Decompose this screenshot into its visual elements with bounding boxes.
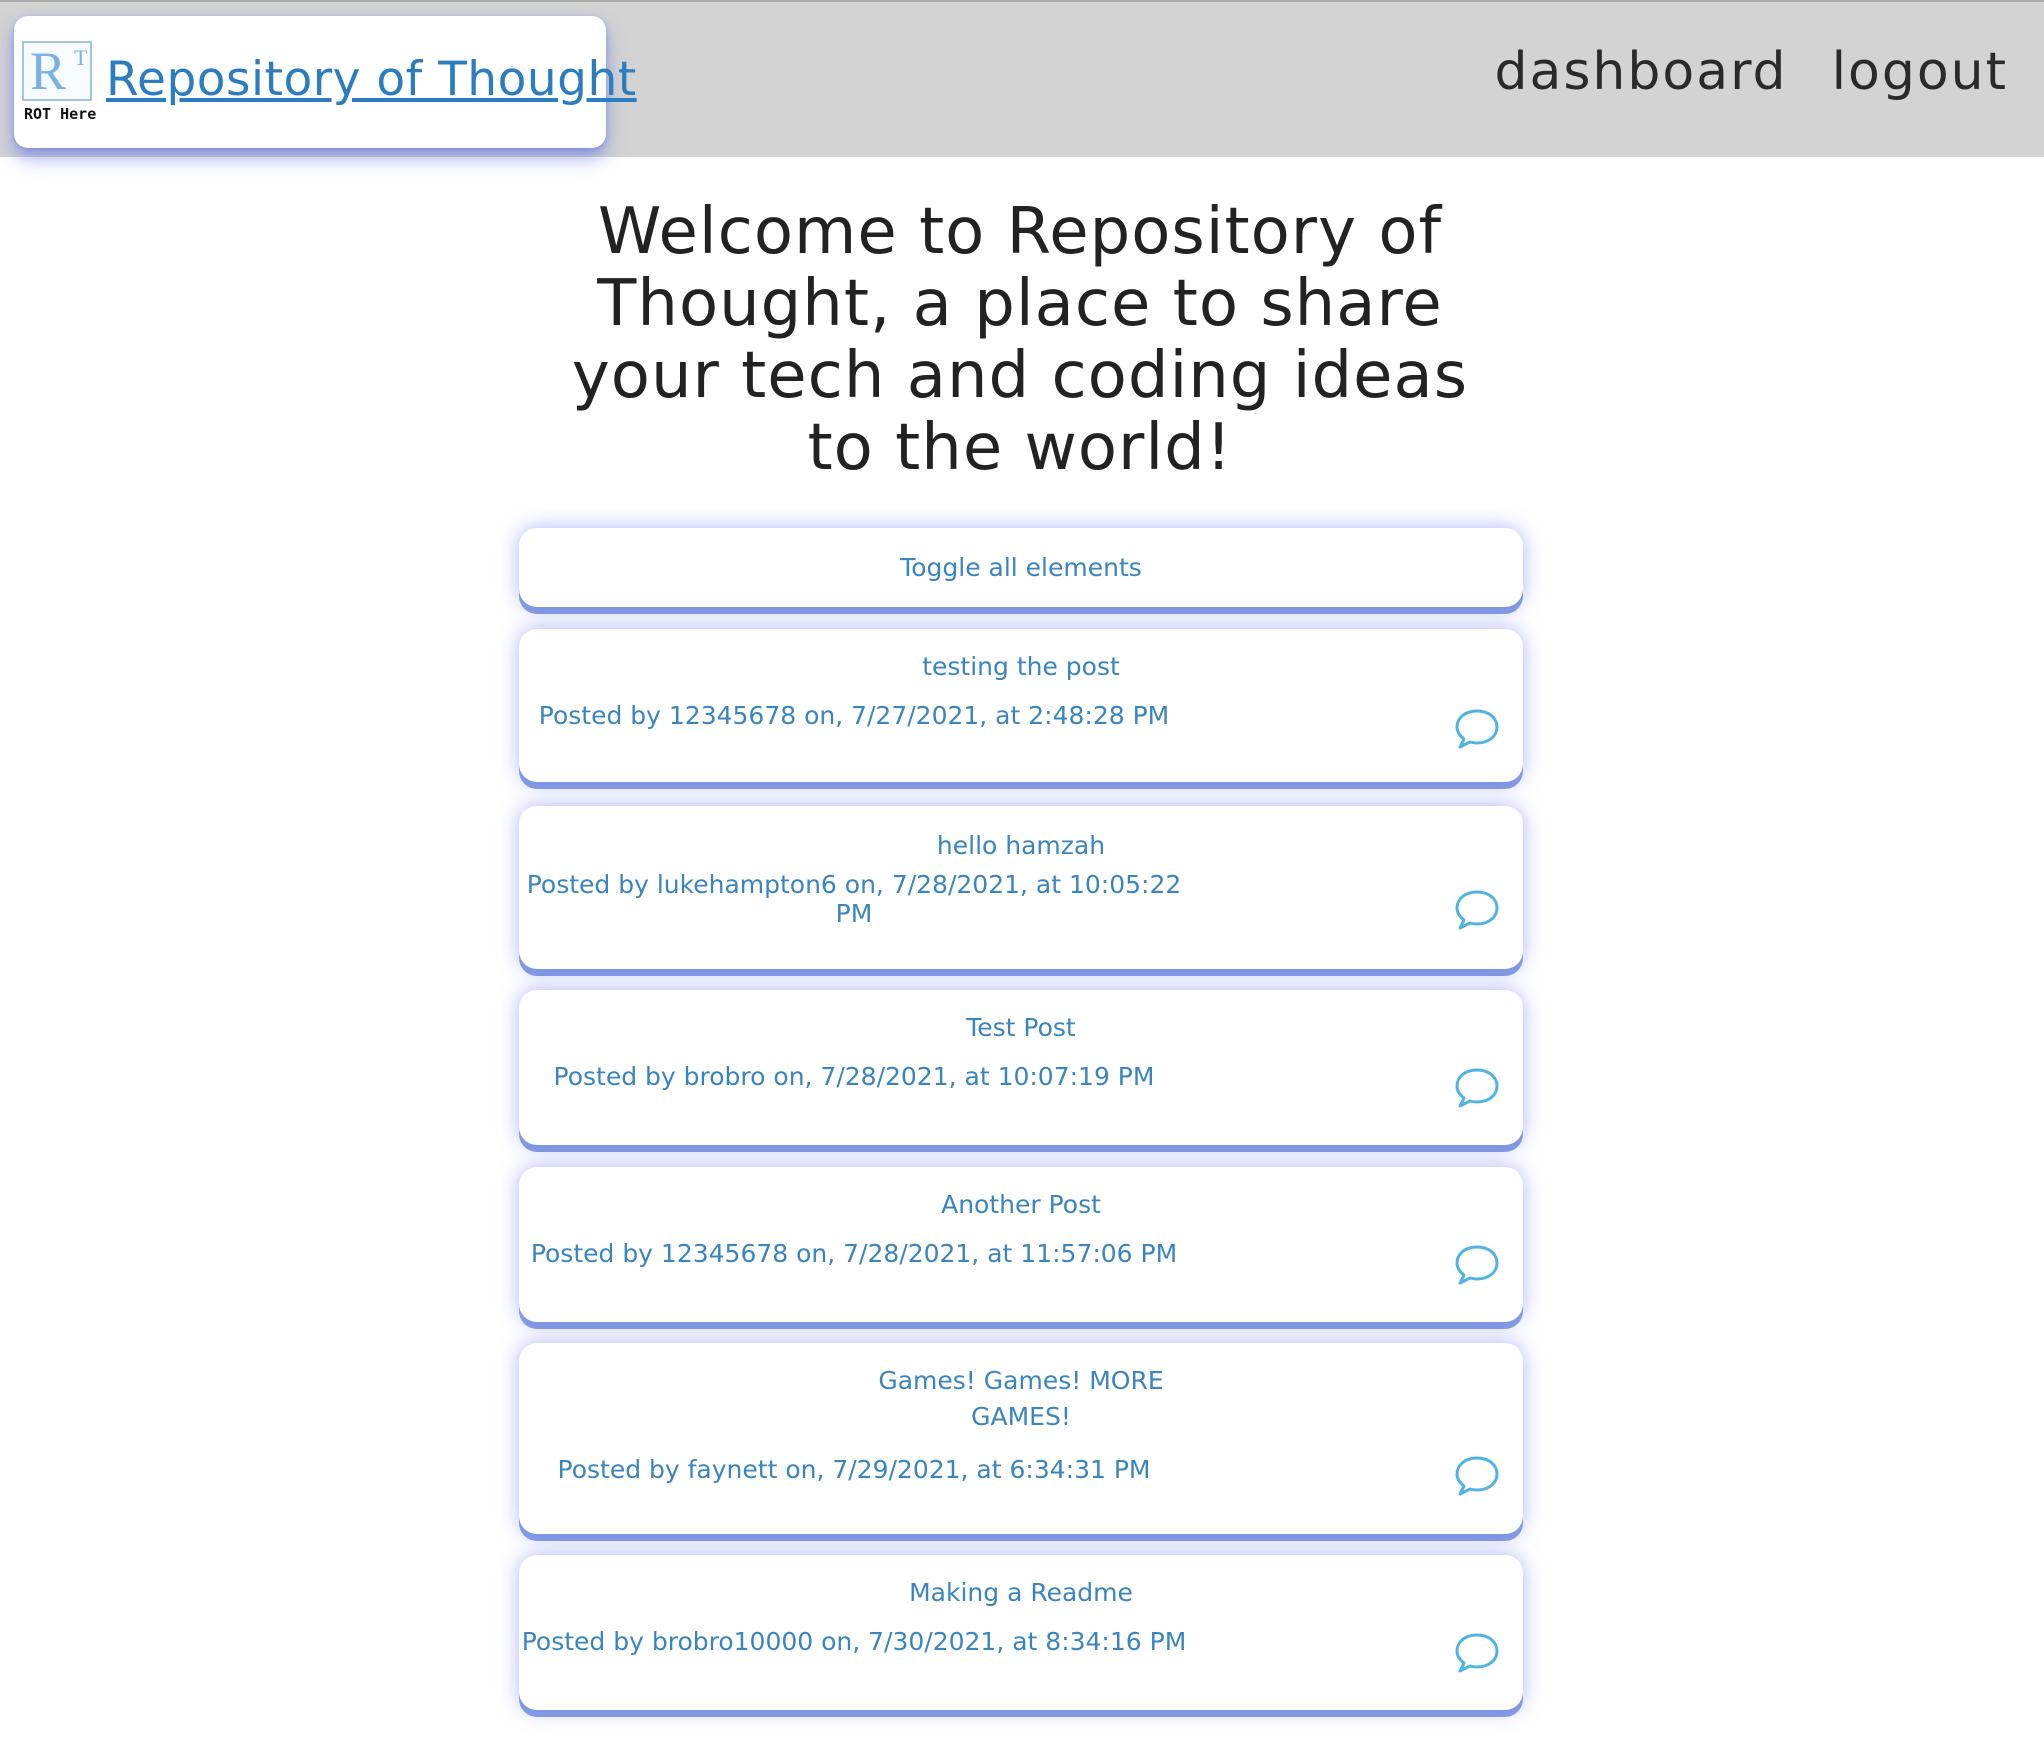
logo-r-letter: R	[30, 41, 67, 101]
post-card[interactable]: Another Post Posted by 12345678 on, 7/28…	[519, 1167, 1523, 1322]
post-card[interactable]: testing the post Posted by 12345678 on, …	[519, 629, 1523, 782]
comment-icon[interactable]	[1453, 1454, 1501, 1498]
post-card[interactable]: hello hamzah Posted by lukehampton6 on, …	[519, 806, 1523, 969]
comment-icon[interactable]	[1453, 707, 1501, 751]
comment-icon[interactable]	[1453, 888, 1501, 932]
post-card[interactable]: Test Post Posted by brobro on, 7/28/2021…	[519, 990, 1523, 1145]
logo-box: R T	[22, 41, 92, 101]
welcome-heading: Welcome to Repository of Thought, a plac…	[571, 195, 1469, 485]
post-meta: Posted by brobro10000 on, 7/30/2021, at …	[521, 1627, 1187, 1656]
post-meta: Posted by brobro on, 7/28/2021, at 10:07…	[553, 1062, 1155, 1091]
nav-dashboard-link[interactable]: dashboard	[1494, 42, 1787, 102]
comment-icon[interactable]	[1453, 1243, 1501, 1287]
post-meta: Posted by 12345678 on, 7/27/2021, at 2:4…	[538, 701, 1170, 730]
post-card[interactable]: Games! Games! MORE GAMES! Posted by fayn…	[519, 1343, 1523, 1534]
post-meta: Posted by faynett on, 7/29/2021, at 6:34…	[557, 1455, 1151, 1484]
post-title[interactable]: testing the post	[519, 649, 1523, 685]
post-title[interactable]: Games! Games! MORE GAMES!	[871, 1363, 1171, 1435]
rot-logo[interactable]: R T ROT Here	[22, 41, 97, 131]
post-meta: Posted by lukehampton6 on, 7/28/2021, at…	[526, 870, 1182, 928]
comment-icon[interactable]	[1453, 1066, 1501, 1110]
nav-links: dashboard logout	[1494, 42, 2008, 102]
site-title-link[interactable]: Repository of Thought	[106, 52, 637, 107]
logo-t-letter: T	[74, 45, 88, 70]
post-title[interactable]: hello hamzah	[519, 828, 1523, 864]
top-navbar: R T ROT Here Repository of Thought dashb…	[0, 0, 2044, 157]
comment-icon[interactable]	[1453, 1631, 1501, 1675]
post-meta: Posted by 12345678 on, 7/28/2021, at 11:…	[530, 1239, 1178, 1268]
logo-caption: ROT Here	[24, 105, 97, 123]
post-title[interactable]: Test Post	[519, 1010, 1523, 1046]
post-title[interactable]: Another Post	[519, 1187, 1523, 1223]
toggle-all-button[interactable]: Toggle all elements	[519, 528, 1523, 607]
brand-card: R T ROT Here Repository of Thought	[14, 16, 636, 148]
post-card[interactable]: Making a Readme Posted by brobro10000 on…	[519, 1555, 1523, 1710]
nav-logout-link[interactable]: logout	[1832, 42, 2008, 102]
post-title[interactable]: Making a Readme	[519, 1575, 1523, 1611]
